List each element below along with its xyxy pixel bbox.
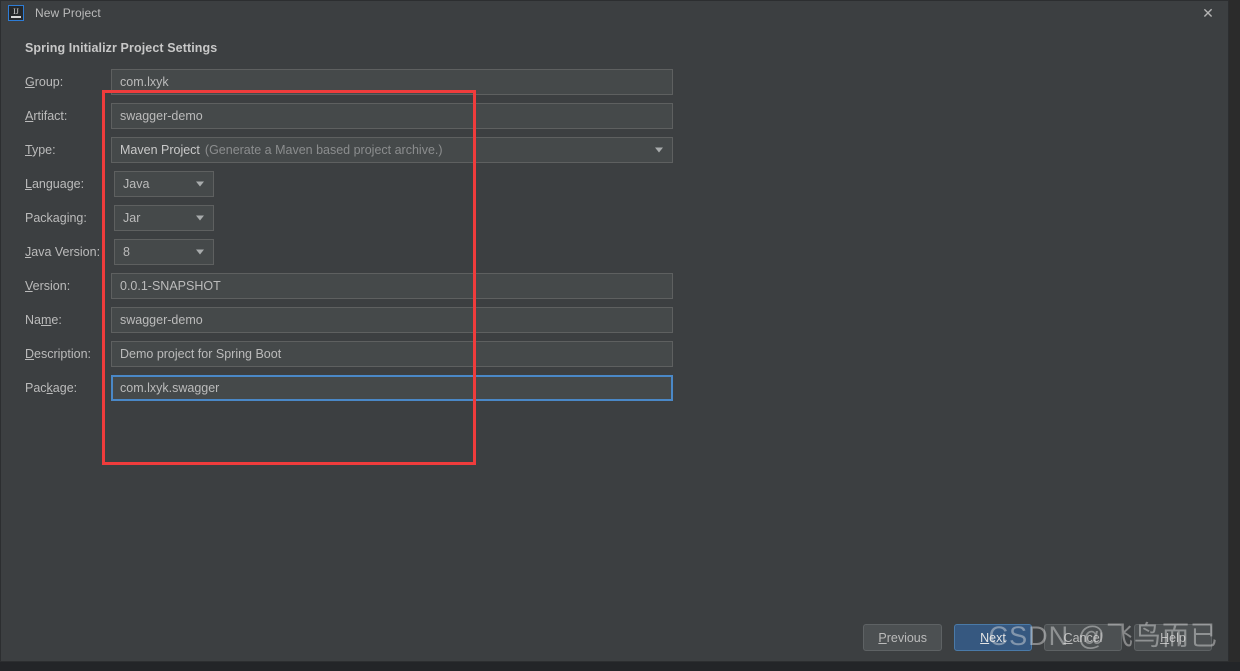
field-label: Artifact: <box>25 109 68 123</box>
text-input[interactable]: Demo project for Spring Boot <box>111 341 673 367</box>
dropdown-value: 8 <box>123 245 130 259</box>
text-input-value: com.lxyk.swagger <box>120 381 220 395</box>
dropdown-hint: (Generate a Maven based project archive.… <box>204 143 443 157</box>
form-row: Description: Demo project for Spring Boot <box>1 341 701 367</box>
intellij-idea-icon-text: IJ <box>13 7 19 16</box>
text-input-value: 0.0.1-SNAPSHOT <box>120 279 221 293</box>
intellij-idea-icon: IJ <box>8 5 24 21</box>
desktop-background-strip <box>0 662 1240 671</box>
new-project-dialog: IJ New Project ✕ Spring Initializr Proje… <box>0 0 1229 662</box>
form-row: Version: 0.0.1-SNAPSHOT <box>1 273 701 299</box>
close-icon[interactable]: ✕ <box>1200 5 1216 21</box>
dropdown-select[interactable]: Java <box>114 171 214 197</box>
dropdown-select[interactable]: Jar <box>114 205 214 231</box>
dropdown-value: Java <box>123 177 150 191</box>
dropdown-select[interactable]: Maven Project (Generate a Maven based pro… <box>111 137 673 163</box>
form-row: Type: Maven Project (Generate a Maven base… <box>1 137 701 163</box>
field-label: Group: <box>25 75 64 89</box>
text-input-value: swagger-demo <box>120 109 203 123</box>
form-row: Packaging: Jar <box>1 205 701 231</box>
dialog-footer: Previous Next Cancel Help <box>863 624 1212 651</box>
field-label: Description: <box>25 347 92 361</box>
field-label: Name: <box>25 313 62 327</box>
dropdown-value: Jar <box>123 211 141 225</box>
help-button[interactable]: Help <box>1134 624 1212 651</box>
text-input[interactable]: com.lxyk <box>111 69 673 95</box>
text-input-value: com.lxyk <box>120 75 169 89</box>
field-label: Type: <box>25 143 56 157</box>
form-row: Name: swagger-demo <box>1 307 701 333</box>
dialog-title: New Project <box>35 6 101 20</box>
cancel-button[interactable]: Cancel <box>1044 624 1122 651</box>
dialog-titlebar: IJ New Project ✕ <box>1 1 1228 25</box>
chevron-down-icon <box>196 249 204 255</box>
text-input[interactable]: swagger-demo <box>111 103 673 129</box>
field-label: Java Version: <box>25 245 101 259</box>
form-row: Java Version: 8 <box>1 239 701 265</box>
dialog-body: Spring Initializr Project Settings Group… <box>1 25 1228 661</box>
dropdown-value: Maven Project <box>120 143 200 157</box>
text-input[interactable]: 0.0.1-SNAPSHOT <box>111 273 673 299</box>
page-title: Spring Initializr Project Settings <box>25 41 218 55</box>
text-input[interactable]: com.lxyk.swagger <box>111 375 673 401</box>
text-input-value: swagger-demo <box>120 313 203 327</box>
text-input-value: Demo project for Spring Boot <box>120 347 282 361</box>
next-button[interactable]: Next <box>954 624 1032 651</box>
form-row: Group: com.lxyk <box>1 69 701 95</box>
previous-button[interactable]: Previous <box>863 624 942 651</box>
form-row: Artifact: swagger-demo <box>1 103 701 129</box>
dropdown-select[interactable]: 8 <box>114 239 214 265</box>
chevron-down-icon <box>655 147 663 153</box>
chevron-down-icon <box>196 181 204 187</box>
field-label: Version: <box>25 279 71 293</box>
text-input[interactable]: swagger-demo <box>111 307 673 333</box>
field-label: Package: <box>25 381 78 395</box>
field-label: Packaging: <box>25 211 87 225</box>
field-label: Language: <box>25 177 85 191</box>
form-row: Language: Java <box>1 171 701 197</box>
project-settings-form: Group: com.lxyk Artifact: swagger-demo Type:… <box>1 69 701 409</box>
form-row: Package: com.lxyk.swagger <box>1 375 701 401</box>
chevron-down-icon <box>196 215 204 221</box>
